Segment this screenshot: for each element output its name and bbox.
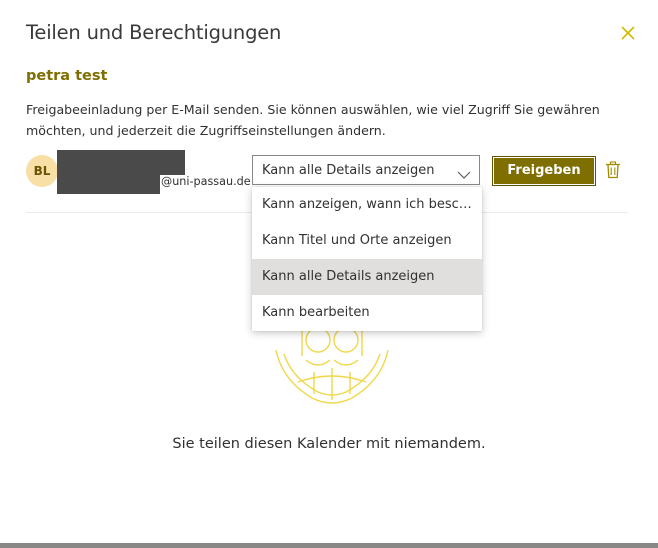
permission-option-edit[interactable]: Kann bearbeiten (252, 295, 482, 331)
invitee-email: @uni-passau.de (161, 175, 251, 188)
chevron-down-icon (457, 165, 471, 179)
share-dialog: Teilen und Berechtigungen petra test Fre… (0, 0, 658, 548)
trash-icon[interactable] (605, 161, 621, 179)
close-icon[interactable] (617, 22, 639, 44)
share-description: Freigabeeinladung per E-Mail senden. Sie… (26, 102, 600, 138)
permission-dropdown[interactable]: Kann alle Details anzeigen (252, 155, 480, 185)
calendar-name: petra test (26, 68, 108, 84)
permission-option-all-details[interactable]: Kann alle Details anzeigen (252, 259, 482, 295)
permission-option-titles-locations[interactable]: Kann Titel und Orte anzeigen (252, 223, 482, 259)
share-button[interactable]: Freigeben (492, 156, 596, 186)
avatar: BL (26, 155, 58, 187)
empty-state-message: Sie teilen diesen Kalender mit niemandem… (172, 436, 486, 452)
permission-selected-value: Kann alle Details anzeigen (262, 163, 435, 178)
window-bottom-edge (0, 543, 658, 548)
permission-menu: Kann anzeigen, wann ich beschä… Kann Tit… (252, 187, 482, 331)
dialog-title: Teilen und Berechtigungen (26, 21, 282, 44)
permission-option-availability[interactable]: Kann anzeigen, wann ich beschä… (252, 187, 482, 223)
